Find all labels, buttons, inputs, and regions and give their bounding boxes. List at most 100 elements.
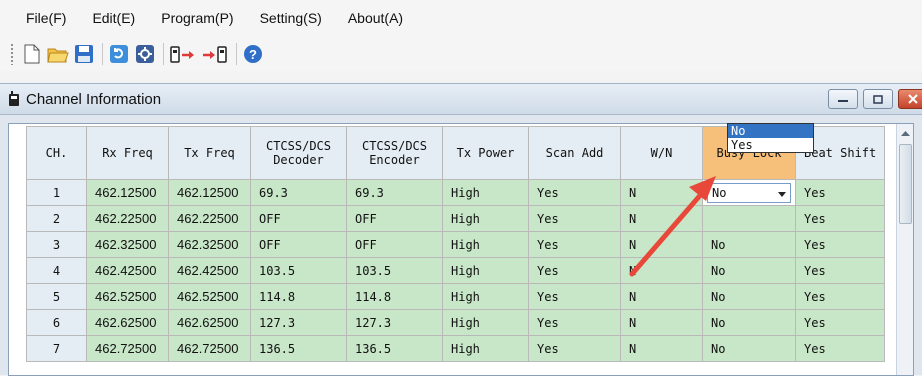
cell-busy-lock[interactable]: No <box>702 309 796 336</box>
cell-ch[interactable]: 1 <box>26 179 87 206</box>
cell-rx-freq[interactable]: 462.52500 <box>86 283 169 310</box>
col-header-wn[interactable]: W/N <box>620 126 703 180</box>
cell-encoder[interactable]: OFF <box>346 205 443 232</box>
col-header-encoder[interactable]: CTCSS/DCS Encoder <box>346 126 443 180</box>
col-header-tx-power[interactable]: Tx Power <box>442 126 529 180</box>
cell-encoder[interactable]: OFF <box>346 231 443 258</box>
busy-lock-combobox[interactable]: No <box>707 182 791 203</box>
col-header-rx-freq[interactable]: Rx Freq <box>86 126 169 180</box>
cell-rx-freq[interactable]: 462.12500 <box>86 179 169 206</box>
table-row[interactable]: 6 462.62500 462.62500 127.3 127.3 High Yes N No Y… <box>26 309 886 336</box>
cell-tx-power[interactable]: High <box>442 309 529 336</box>
cell-decoder[interactable]: 103.5 <box>250 257 347 284</box>
radio-to-pc-icon[interactable] <box>168 42 198 66</box>
open-folder-icon[interactable] <box>46 42 70 66</box>
cell-ch[interactable]: 3 <box>26 231 87 258</box>
col-header-tx-freq[interactable]: Tx Freq <box>168 126 251 180</box>
cell-wn[interactable]: N <box>620 309 703 336</box>
cell-encoder[interactable]: 136.5 <box>346 335 443 362</box>
cell-ch[interactable]: 7 <box>26 335 87 362</box>
cell-rx-freq[interactable]: 462.62500 <box>86 309 169 336</box>
cell-scan-add[interactable]: Yes <box>528 335 621 362</box>
cell-tx-power[interactable]: High <box>442 179 529 206</box>
busy-lock-cell[interactable]: No <box>702 179 796 206</box>
cell-beat-shift[interactable]: Yes <box>794 257 886 284</box>
cell-scan-add[interactable]: Yes <box>528 179 621 206</box>
help-icon[interactable]: ? <box>241 42 265 66</box>
cell-beat-shift[interactable]: Yes <box>794 179 886 206</box>
dropdown-option-yes[interactable]: Yes <box>728 138 813 152</box>
cell-tx-power[interactable]: High <box>442 335 529 362</box>
cell-busy-lock[interactable]: No <box>702 257 796 284</box>
table-row[interactable]: 2 462.22500 462.22500 OFF OFF High Yes N Yes <box>26 205 886 232</box>
menu-program[interactable]: Program(P) <box>148 10 246 26</box>
cell-scan-add[interactable]: Yes <box>528 205 621 232</box>
table-row[interactable]: 4 462.42500 462.42500 103.5 103.5 High Yes N No Y… <box>26 257 886 284</box>
menu-setting[interactable]: Setting(S) <box>247 10 335 26</box>
cell-tx-power[interactable]: High <box>442 257 529 284</box>
scroll-up-icon[interactable] <box>897 124 913 141</box>
table-row[interactable]: 7 462.72500 462.72500 136.5 136.5 High Yes N No Y… <box>26 335 886 362</box>
cell-tx-freq[interactable]: 462.32500 <box>168 231 251 258</box>
cell-decoder[interactable]: 114.8 <box>250 283 347 310</box>
write-radio-icon[interactable] <box>133 42 157 66</box>
cell-wn[interactable]: N <box>620 257 703 284</box>
col-header-scan-add[interactable]: Scan Add <box>528 126 621 180</box>
col-header-decoder[interactable]: CTCSS/DCS Decoder <box>250 126 347 180</box>
cell-scan-add[interactable]: Yes <box>528 283 621 310</box>
table-row[interactable]: 5 462.52500 462.52500 114.8 114.8 High Yes N No Y… <box>26 283 886 310</box>
cell-tx-freq[interactable]: 462.52500 <box>168 283 251 310</box>
col-header-ch[interactable]: CH. <box>26 126 87 180</box>
cell-beat-shift[interactable]: Yes <box>794 231 886 258</box>
cell-encoder[interactable]: 114.8 <box>346 283 443 310</box>
cell-rx-freq[interactable]: 462.42500 <box>86 257 169 284</box>
cell-busy-lock[interactable]: No <box>702 335 796 362</box>
cell-wn[interactable]: N <box>620 335 703 362</box>
cell-decoder[interactable]: 127.3 <box>250 309 347 336</box>
cell-ch[interactable]: 6 <box>26 309 87 336</box>
cell-decoder[interactable]: OFF <box>250 231 347 258</box>
save-icon[interactable] <box>72 42 96 66</box>
cell-busy-lock[interactable]: No <box>702 231 796 258</box>
cell-decoder[interactable]: OFF <box>250 205 347 232</box>
cell-tx-freq[interactable]: 462.42500 <box>168 257 251 284</box>
vertical-scrollbar[interactable] <box>896 124 913 375</box>
dropdown-option-no[interactable]: No <box>728 124 813 138</box>
new-file-icon[interactable] <box>20 42 44 66</box>
cell-beat-shift[interactable]: Yes <box>794 335 886 362</box>
minimize-button[interactable] <box>828 89 858 109</box>
channel-grid[interactable]: CH. Rx Freq Tx Freq CTCSS/DCS Decoder CT… <box>8 123 914 376</box>
cell-tx-power[interactable]: High <box>442 205 529 232</box>
cell-rx-freq[interactable]: 462.32500 <box>86 231 169 258</box>
cell-busy-lock[interactable]: No <box>702 283 796 310</box>
cell-scan-add[interactable]: Yes <box>528 231 621 258</box>
cell-wn[interactable]: N <box>620 179 703 206</box>
close-button[interactable] <box>898 89 922 109</box>
cell-ch[interactable]: 4 <box>26 257 87 284</box>
cell-rx-freq[interactable]: 462.22500 <box>86 205 169 232</box>
menu-about[interactable]: About(A) <box>335 10 416 26</box>
cell-tx-freq[interactable]: 462.12500 <box>168 179 251 206</box>
pc-to-radio-icon[interactable] <box>200 42 230 66</box>
cell-beat-shift[interactable]: Yes <box>794 309 886 336</box>
cell-wn[interactable]: N <box>620 283 703 310</box>
cell-tx-freq[interactable]: 462.62500 <box>168 309 251 336</box>
cell-beat-shift[interactable]: Yes <box>794 205 886 232</box>
table-row[interactable]: 1 462.12500 462.12500 69.3 69.3 High Yes N No Yes <box>26 179 886 206</box>
cell-scan-add[interactable]: Yes <box>528 257 621 284</box>
cell-tx-power[interactable]: High <box>442 231 529 258</box>
cell-wn[interactable]: N <box>620 231 703 258</box>
cell-ch[interactable]: 2 <box>26 205 87 232</box>
cell-encoder[interactable]: 103.5 <box>346 257 443 284</box>
table-row[interactable]: 3 462.32500 462.32500 OFF OFF High Yes N No Yes <box>26 231 886 258</box>
restore-button[interactable] <box>863 89 893 109</box>
read-radio-icon[interactable] <box>107 42 131 66</box>
cell-decoder[interactable]: 69.3 <box>250 179 347 206</box>
cell-tx-freq[interactable]: 462.72500 <box>168 335 251 362</box>
cell-decoder[interactable]: 136.5 <box>250 335 347 362</box>
cell-encoder[interactable]: 127.3 <box>346 309 443 336</box>
cell-beat-shift[interactable]: Yes <box>794 283 886 310</box>
cell-busy-lock[interactable] <box>702 205 796 232</box>
cell-wn[interactable]: N <box>620 205 703 232</box>
cell-ch[interactable]: 5 <box>26 283 87 310</box>
